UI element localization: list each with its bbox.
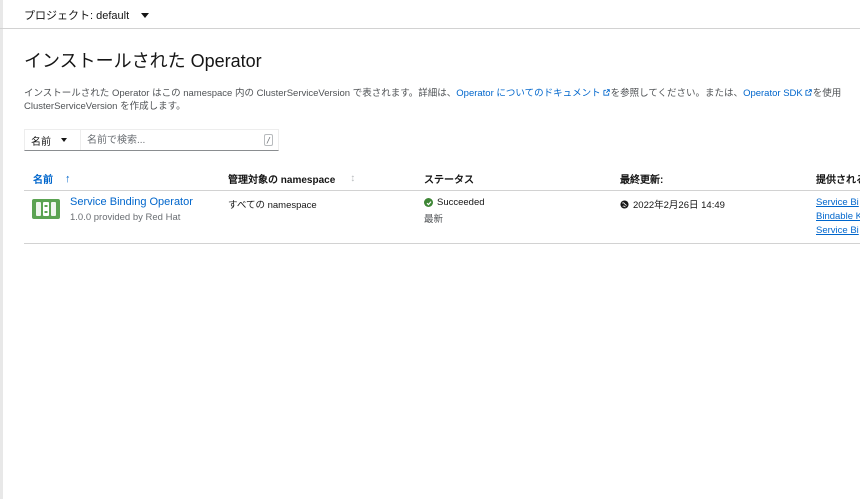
last-updated-text: 2022年2月26日 14:49 xyxy=(633,200,725,211)
provided-api-link[interactable]: Service Bi xyxy=(816,197,859,208)
project-dropdown[interactable]: プロジェクト: default xyxy=(24,7,150,23)
last-updated-cell: 2022年2月26日 14:49 xyxy=(620,197,725,211)
sort-ascending-icon: ↑ xyxy=(65,172,71,185)
project-bar: プロジェクト: default xyxy=(0,0,860,29)
sort-icon: ↕ xyxy=(350,173,356,184)
filter-type-label: 名前 xyxy=(31,136,51,148)
page-description: インストールされた Operator はこの namespace 内の Clus… xyxy=(24,87,860,113)
search-input[interactable] xyxy=(81,130,278,150)
external-link-icon xyxy=(603,89,610,96)
managed-namespace: すべての namespace xyxy=(228,200,317,211)
operator-docs-link[interactable]: Operator についてのドキュメント xyxy=(456,88,610,99)
column-header-last-updated: 最終更新: xyxy=(620,175,664,186)
caret-down-icon xyxy=(141,12,150,18)
external-link-icon xyxy=(805,89,812,96)
description-text-3: を使用 xyxy=(812,88,842,99)
column-header-namespace[interactable]: 管理対象の namespace ↕ xyxy=(228,171,355,186)
operator-provider: 1.0.0 provided by Red Hat xyxy=(70,212,181,223)
provided-api-link[interactable]: Bindable K xyxy=(816,211,860,222)
table-header-divider xyxy=(24,190,860,191)
column-header-provided-apis: 提供される xyxy=(816,175,860,186)
filter-toolbar: 名前 / xyxy=(24,129,279,151)
status-text: Succeeded xyxy=(437,197,485,208)
status-cell: Succeeded xyxy=(424,197,485,208)
globe-icon xyxy=(620,199,629,209)
page-title: インストールされた Operator xyxy=(24,51,262,71)
filter-type-dropdown[interactable]: 名前 xyxy=(25,130,81,150)
description-text-1: インストールされた Operator はこの namespace 内の Clus… xyxy=(24,88,457,99)
provided-api-link[interactable]: Service Bi xyxy=(816,225,859,236)
project-label: プロジェクト: default xyxy=(24,10,130,22)
left-edge-border xyxy=(0,0,3,499)
description-text-2: を参照してください。または、 xyxy=(610,88,744,99)
operator-sdk-link[interactable]: Operator SDK xyxy=(743,88,813,99)
caret-down-icon xyxy=(61,138,67,142)
operator-logo-icon xyxy=(32,199,60,219)
operator-name-link[interactable]: Service Binding Operator xyxy=(70,196,193,208)
keyboard-shortcut-hint: / xyxy=(264,134,273,146)
status-subtext: 最新 xyxy=(424,214,444,225)
table-row-divider xyxy=(24,243,860,244)
column-header-status: ステータス xyxy=(424,175,474,186)
check-circle-icon xyxy=(424,198,433,207)
column-header-name[interactable]: 名前 ↑ xyxy=(33,171,71,187)
description-text-line-2: ClusterServiceVersion を作成します。 xyxy=(24,101,186,112)
